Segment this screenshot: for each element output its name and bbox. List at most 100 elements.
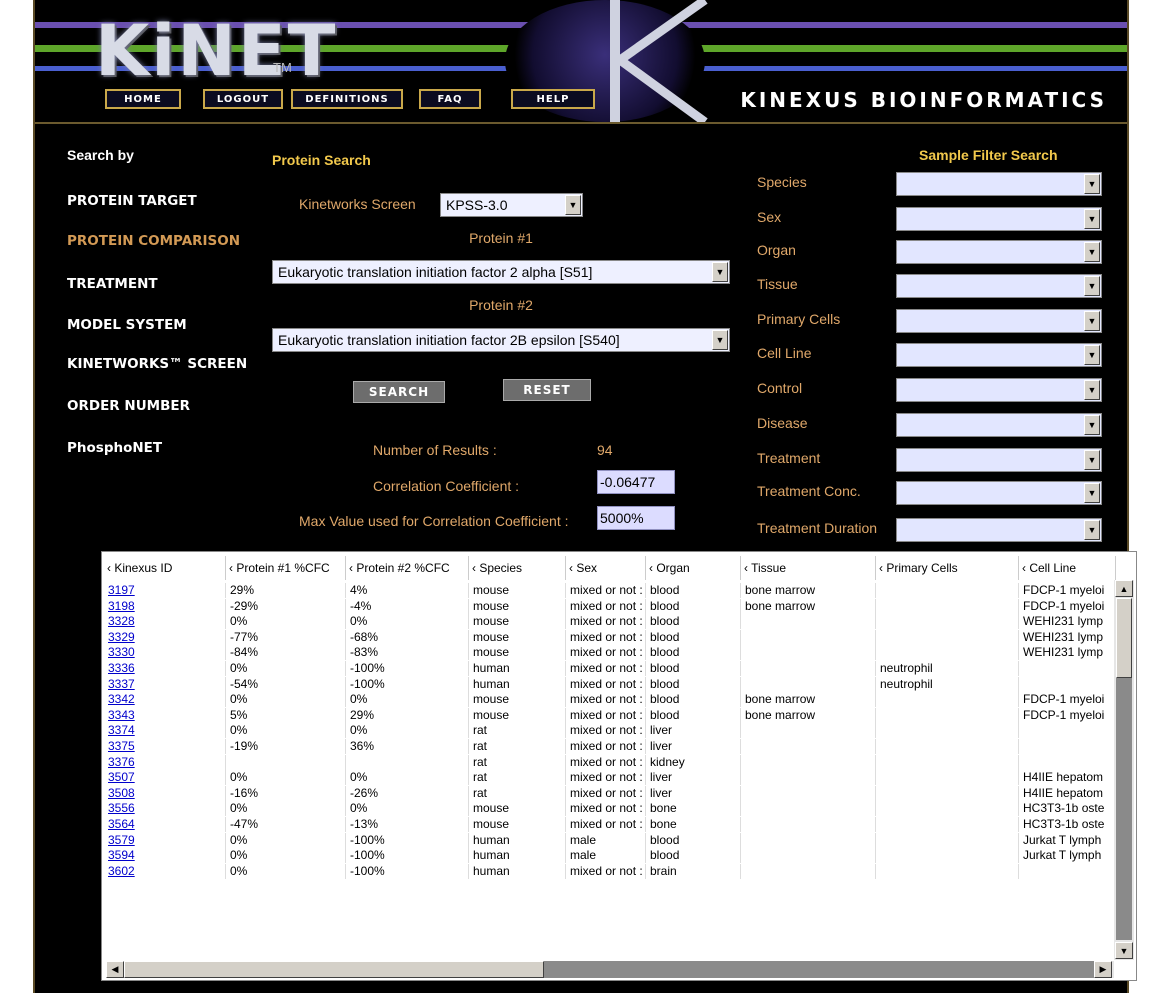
horizontal-scrollbar[interactable]: ◀ ▶ [106,961,1114,978]
vertical-scrollbar[interactable]: ▲ ▼ [1114,580,1134,960]
chevron-down-icon[interactable]: ▼ [565,195,581,215]
chevron-down-icon[interactable]: ▼ [1084,483,1100,503]
kinexus-id-link[interactable]: 3508 [104,785,226,801]
kinexus-id-link[interactable]: 3507 [104,770,226,786]
arrow-right-icon[interactable]: ▶ [1094,961,1112,978]
table-cell: mixed or not : [566,754,646,770]
chevron-down-icon[interactable]: ▼ [1084,174,1100,194]
column-header[interactable]: ‹ Sex [566,556,646,580]
kinexus-id-link[interactable]: 3329 [104,629,226,645]
filter-select-treatment-conc[interactable]: ▼ [896,481,1102,505]
protein2-select[interactable]: Eukaryotic translation initiation factor… [272,328,730,352]
chevron-down-icon[interactable]: ▼ [1084,242,1100,262]
chevron-down-icon[interactable]: ▼ [1084,311,1100,331]
banner-k-graphic [610,0,708,122]
table-cell: mixed or not : [566,739,646,754]
arrow-up-icon[interactable]: ▲ [1115,580,1133,597]
kinexus-id-link[interactable]: 3328 [104,614,226,630]
kinexus-id-link[interactable]: 3564 [104,817,226,832]
chevron-down-icon[interactable]: ▼ [1084,209,1100,229]
chevron-down-icon[interactable]: ▼ [712,330,728,350]
kinexus-id-link[interactable]: 3579 [104,832,226,848]
column-header[interactable]: ‹ Kinexus ID [104,556,226,580]
menu-protein-comparison[interactable]: PROTEIN COMPARISON [67,233,240,249]
filter-select-disease[interactable]: ▼ [896,413,1102,437]
table-cell: bone marrow [741,692,876,708]
vertical-scroll-thumb[interactable] [1116,598,1132,678]
column-header[interactable]: ‹ Protein #2 %CFC [346,556,469,580]
chevron-down-icon[interactable]: ▼ [1084,345,1100,365]
filter-select-control[interactable]: ▼ [896,378,1102,402]
filter-select-tissue[interactable]: ▼ [896,274,1102,298]
table-cell [741,614,876,630]
filter-select-organ[interactable]: ▼ [896,240,1102,264]
column-header[interactable]: ‹ Protein #1 %CFC [226,556,346,580]
arrow-left-icon[interactable]: ◀ [106,961,124,978]
table-cell [876,583,1019,598]
table-cell [1019,739,1116,754]
column-header[interactable]: ‹ Cell Line [1019,556,1116,580]
kinexus-id-link[interactable]: 3374 [104,723,226,739]
filter-select-primary-cells[interactable]: ▼ [896,309,1102,333]
search-button[interactable]: SEARCH [353,381,445,403]
page-frame: KiNET TM HOME LOGOUT DEFINITIONS FAQ HEL… [33,0,1137,993]
filter-select-treatment[interactable]: ▼ [896,448,1102,472]
menu-model-system[interactable]: MODEL SYSTEM [67,317,187,333]
table-row: 3198 -29% -4% mouse mixed or not : blood bone … [102,598,1116,614]
menu-kinetworks-screen[interactable]: KINETWORKS™ SCREEN [67,356,247,372]
nav-faq-button[interactable]: FAQ [419,89,481,109]
table-cell: blood [646,832,741,848]
protein1-label: Protein #1 [469,230,533,246]
kinexus-id-link[interactable]: 3197 [104,583,226,598]
table-cell: -26% [346,785,469,801]
horizontal-scroll-track[interactable] [544,961,1094,978]
nav-logout-button[interactable]: LOGOUT [203,89,283,109]
filter-select-species[interactable]: ▼ [896,172,1102,196]
table-cell: 0% [226,661,346,676]
column-header[interactable]: ‹ Species [469,556,566,580]
table-cell: mouse [469,583,566,598]
column-header[interactable]: ‹ Primary Cells [876,556,1019,580]
chevron-down-icon[interactable]: ▼ [1084,276,1100,296]
table-cell: mixed or not : [566,801,646,817]
chevron-down-icon[interactable]: ▼ [1084,380,1100,400]
nav-definitions-button[interactable]: DEFINITIONS [291,89,403,109]
filter-select-cell-line[interactable]: ▼ [896,343,1102,367]
filter-label-organ: Organ [757,242,796,258]
results-count-value: 94 [597,442,613,458]
arrow-down-icon[interactable]: ▼ [1115,942,1133,959]
menu-phosphonet[interactable]: PhosphoNET [67,440,162,456]
column-header[interactable]: ‹ Tissue [741,556,876,580]
kinetworks-screen-select[interactable]: KPSS-3.0 ▼ [440,193,583,217]
kinexus-id-link[interactable]: 3342 [104,692,226,708]
chevron-down-icon[interactable]: ▼ [712,262,728,282]
menu-treatment[interactable]: TREATMENT [67,276,158,292]
menu-protein-target[interactable]: PROTEIN TARGET [67,193,197,209]
vertical-scroll-track[interactable] [1116,678,1132,940]
column-header[interactable]: ‹ Organ [646,556,741,580]
nav-help-button[interactable]: HELP [511,89,595,109]
kinexus-id-link[interactable]: 3336 [104,661,226,676]
kinexus-id-link[interactable]: 3330 [104,645,226,661]
kinexus-id-link[interactable]: 3376 [104,754,226,770]
nav-home-button[interactable]: HOME [105,89,181,109]
kinexus-id-link[interactable]: 3602 [104,863,226,879]
kinexus-id-link[interactable]: 3343 [104,707,226,723]
kinet-logo[interactable]: KiNET [95,10,337,92]
filter-select-treatment-duration[interactable]: ▼ [896,518,1102,542]
kinexus-id-link[interactable]: 3375 [104,739,226,754]
reset-button[interactable]: RESET [503,379,591,401]
kinexus-id-link[interactable]: 3594 [104,848,226,864]
chevron-down-icon[interactable]: ▼ [1084,415,1100,435]
protein1-select[interactable]: Eukaryotic translation initiation factor… [272,260,730,284]
kinexus-id-link[interactable]: 3337 [104,676,226,692]
kinexus-id-link[interactable]: 3198 [104,598,226,614]
chevron-down-icon[interactable]: ▼ [1084,450,1100,470]
menu-order-number[interactable]: ORDER NUMBER [67,398,190,414]
table-cell: bone marrow [741,583,876,598]
filter-select-sex[interactable]: ▼ [896,207,1102,231]
chevron-down-icon[interactable]: ▼ [1084,520,1100,540]
kinexus-id-link[interactable]: 3556 [104,801,226,817]
table-cell [1019,863,1116,879]
horizontal-scroll-thumb[interactable] [124,961,544,978]
